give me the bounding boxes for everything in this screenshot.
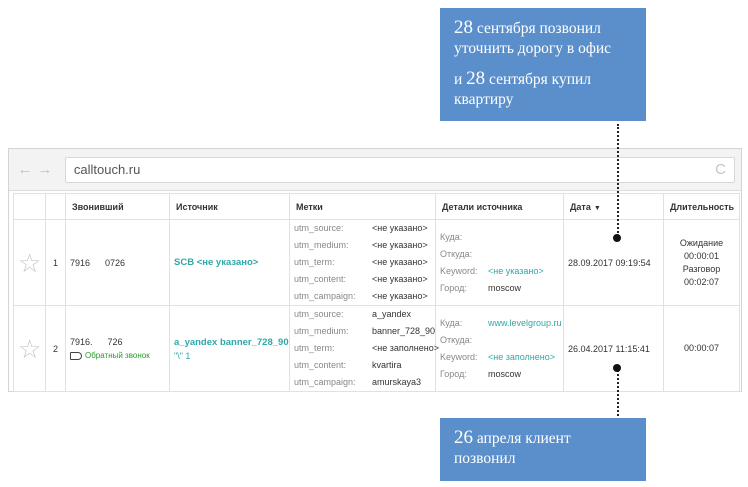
detail-to: Куда:	[440, 231, 463, 242]
source-sub: "\" 1	[174, 350, 191, 361]
tag-utm-content: utm_content: kvartira	[294, 360, 402, 370]
table-row[interactable]: ☆ 1 7916 0726 SCB <не указано> utm_sourc…	[13, 219, 740, 306]
callout-bottom: 26 апреля клиент позвонил	[440, 418, 646, 481]
tag-utm-campaign: utm_campaign: <не указано>	[294, 291, 428, 301]
browser-window: ← → calltouch.ru C Звонивший Источник Ме…	[8, 148, 742, 392]
tag-utm-content: utm_content: <не указано>	[294, 274, 428, 284]
sort-down-icon: ▼	[593, 204, 601, 212]
tag-utm-medium: utm_medium: banner_728_90	[294, 326, 436, 336]
duration-cell: Ожидание 00:00:01 Разговор 00:02:07	[663, 219, 740, 306]
date-cell: 26.04.2017 11:15:41	[563, 305, 664, 392]
favorite-star-icon[interactable]: ☆	[13, 305, 46, 392]
forward-arrow-icon[interactable]: →	[35, 161, 55, 178]
callback-icon	[70, 351, 82, 360]
callout-top-line-1: 28 сентября позвонил	[454, 17, 601, 38]
header-tags[interactable]: Метки	[289, 193, 436, 220]
source-cell: a_yandex banner_728_90 "\" 1	[169, 305, 290, 392]
detail-from: Откуда:	[440, 334, 473, 345]
tag-utm-medium: utm_medium: <не указано>	[294, 240, 428, 250]
detail-keyword: Keyword: <не указано>	[440, 265, 544, 276]
source-link[interactable]: SCB <не указано>	[174, 257, 258, 268]
detail-city: Город: moscow	[440, 282, 522, 293]
back-arrow-icon[interactable]: ←	[15, 161, 35, 178]
tag-utm-term: utm_term: <не указано>	[294, 257, 428, 267]
duration-cell: 00:00:07	[663, 305, 740, 392]
callout-bottom-line-2: позвонил	[454, 450, 516, 467]
header-source[interactable]: Источник	[169, 193, 290, 220]
callout-top-line-4: квартиру	[454, 91, 514, 108]
row-number: 1	[45, 219, 66, 306]
details-cell: Куда: Откуда: Keyword: <не указано> Город…	[435, 219, 564, 306]
table-header-row: Звонивший Источник Метки Детали источник…	[13, 193, 740, 220]
header-star	[13, 193, 46, 220]
calls-table: Звонивший Источник Метки Детали источник…	[13, 193, 740, 392]
callout-bottom-line-1: 26 апреля клиент	[454, 427, 571, 448]
caller-number: 7916 0726	[65, 219, 170, 306]
detail-from: Откуда:	[440, 248, 473, 259]
address-bar: ← → calltouch.ru C	[9, 149, 741, 191]
source-cell: SCB <не указано>	[169, 219, 290, 306]
date-cell: 28.09.2017 09:19:54	[563, 219, 664, 306]
caller-number: 7916. 726	[70, 337, 123, 347]
detail-keyword: Keyword: <не заполнено>	[440, 351, 556, 362]
connector-top	[617, 124, 619, 237]
header-num	[45, 193, 66, 220]
header-date[interactable]: Дата ▼	[563, 193, 664, 220]
favorite-star-icon[interactable]: ☆	[13, 219, 46, 306]
detail-to: Куда: www.levelgroup.ru	[440, 315, 562, 332]
detail-city: Город: moscow	[440, 368, 522, 379]
tag-utm-source: utm_source: a_yandex	[294, 309, 412, 319]
callback-badge: Обратный звонок	[70, 351, 165, 360]
callout-top: 28 сентября позвонил уточнить дорогу в о…	[440, 8, 646, 121]
header-caller[interactable]: Звонивший	[65, 193, 170, 220]
reload-icon[interactable]: C	[715, 161, 726, 178]
header-duration[interactable]: Длительность	[663, 193, 740, 220]
callout-top-line-2: уточнить дорогу в офис	[454, 40, 612, 57]
connector-bottom	[617, 370, 619, 416]
url-text: calltouch.ru	[73, 162, 141, 177]
header-details[interactable]: Детали источника	[435, 193, 564, 220]
tags-cell: utm_source: <не указано> utm_medium: <не у…	[289, 219, 436, 306]
row-number: 2	[45, 305, 66, 392]
tag-utm-source: utm_source: <не указано>	[294, 223, 428, 233]
caller-cell: 7916. 726 Обратный звонок	[65, 305, 170, 392]
tag-utm-term: utm_term: <не заполнено>	[294, 343, 440, 353]
table-row[interactable]: ☆ 2 7916. 726 Обратный звонок a_yandex b…	[13, 305, 740, 392]
url-field[interactable]: calltouch.ru C	[64, 156, 735, 183]
connector-bottom-dot	[613, 364, 621, 372]
tag-utm-campaign: utm_campaign: amurskaya3	[294, 377, 422, 387]
tags-cell: utm_source: a_yandex utm_medium: banner_72…	[289, 305, 440, 392]
connector-top-dot	[613, 234, 621, 242]
callout-top-line-3: и 28 сентября купил	[454, 68, 592, 89]
detail-to-link[interactable]: www.levelgroup.ru	[488, 315, 562, 332]
source-link[interactable]: a_yandex banner_728_90	[174, 337, 289, 348]
details-cell: Куда: www.levelgroup.ru Откуда: Keyword: <…	[435, 305, 564, 392]
